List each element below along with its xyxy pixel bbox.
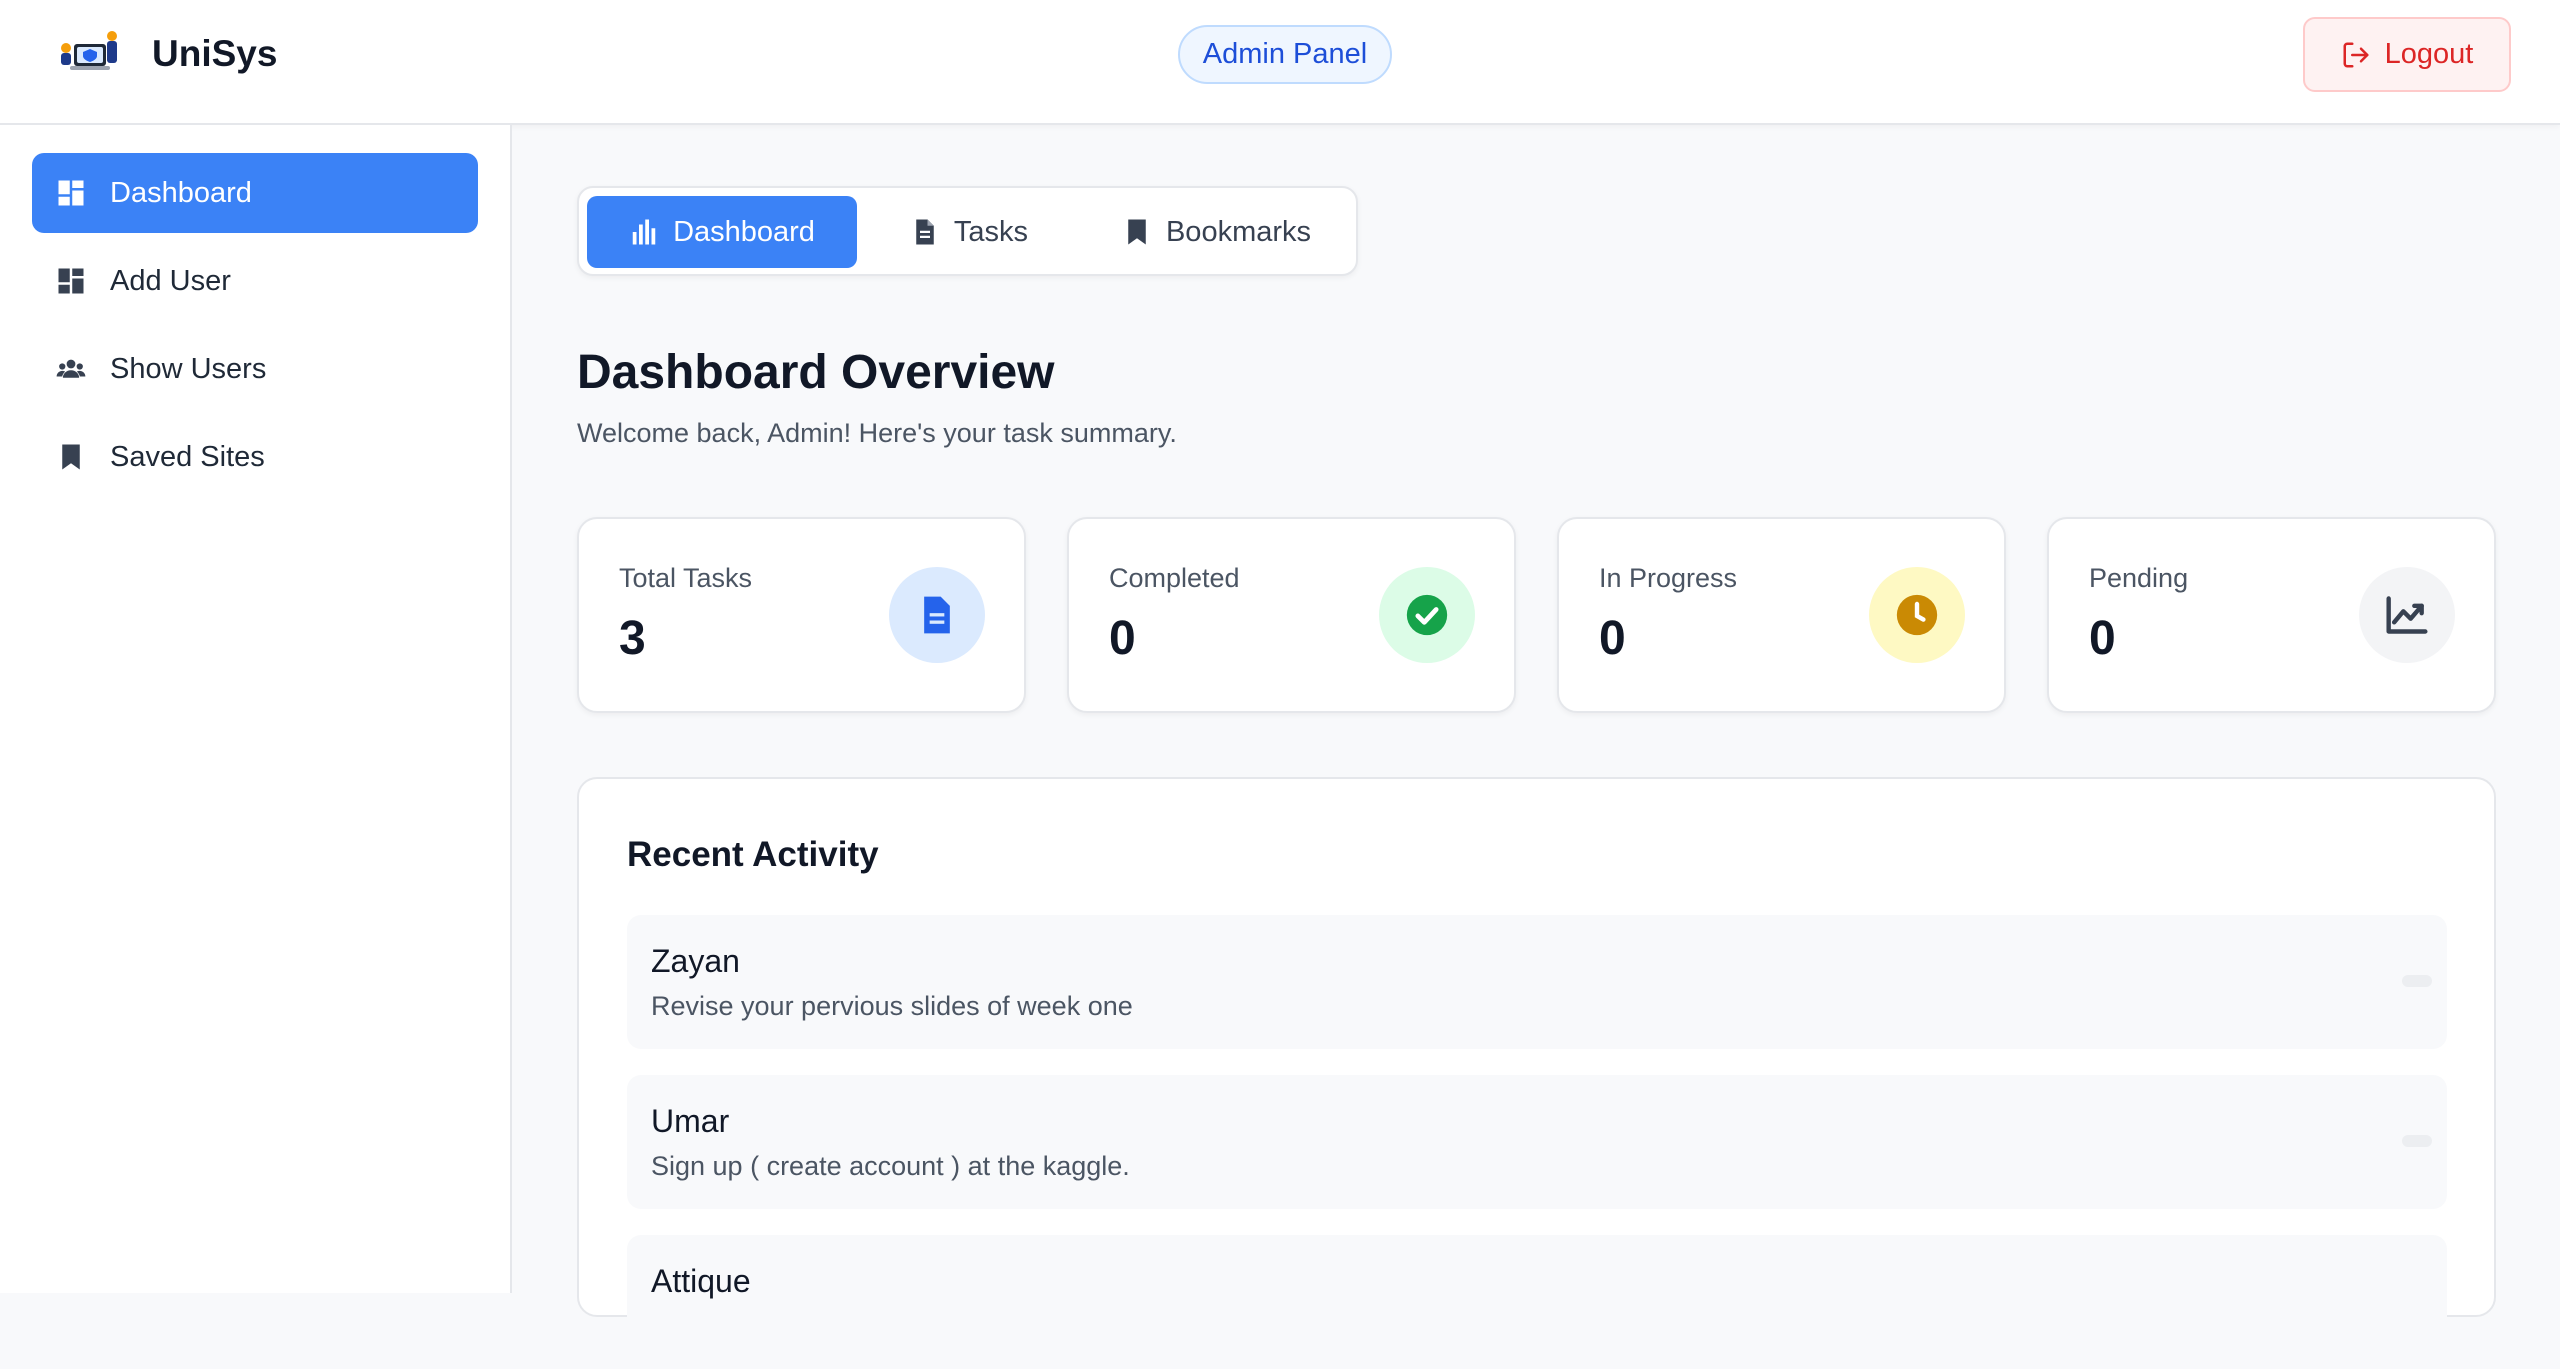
logout-button[interactable]: Logout bbox=[2303, 17, 2511, 92]
activity-user-name: Attique bbox=[651, 1263, 751, 1299]
section-title: Recent Activity bbox=[627, 835, 879, 874]
dashboard-grid-icon bbox=[58, 180, 84, 206]
clock-icon bbox=[1896, 594, 1938, 636]
tab-tasks[interactable]: Tasks bbox=[869, 196, 1069, 268]
users-group-icon bbox=[56, 359, 86, 378]
sidebar-item-label: Add User bbox=[110, 264, 231, 297]
stat-value: 0 bbox=[1599, 612, 1626, 665]
top-navigation-bar: UniSys Admin Panel Logout bbox=[0, 0, 2560, 125]
recent-activity-panel: Recent Activity Zayan Revise your pervio… bbox=[577, 777, 2496, 1369]
activity-item[interactable]: Umar Sign up ( create account ) at the k… bbox=[627, 1075, 2447, 1209]
sidebar-item-label: Dashboard bbox=[110, 176, 252, 209]
stat-card-total-tasks: Total Tasks 3 bbox=[577, 517, 1026, 713]
trending-chart-icon bbox=[2386, 596, 2428, 634]
status-badge bbox=[2402, 975, 2432, 987]
stat-value: 0 bbox=[1109, 612, 1136, 665]
tab-bookmarks[interactable]: Bookmarks bbox=[1089, 196, 1344, 268]
bar-chart-icon bbox=[632, 219, 656, 245]
page-title: Dashboard Overview bbox=[577, 346, 1055, 399]
sidebar-item-dashboard[interactable]: Dashboard bbox=[32, 153, 478, 233]
activity-item[interactable]: Attique bbox=[627, 1235, 2447, 1369]
sidebar-item-show-users[interactable]: Show Users bbox=[32, 329, 478, 409]
stat-icon-circle bbox=[2359, 567, 2455, 663]
page-subtitle: Welcome back, Admin! Here's your task su… bbox=[577, 418, 1177, 448]
stat-value: 3 bbox=[619, 612, 646, 665]
bookmark-icon bbox=[62, 444, 80, 470]
stat-label: Completed bbox=[1109, 563, 1240, 593]
tab-label: Bookmarks bbox=[1165, 215, 1312, 248]
stat-icon-circle bbox=[889, 567, 985, 663]
brand[interactable]: UniSys bbox=[56, 26, 277, 82]
stat-value: 0 bbox=[2089, 612, 2116, 665]
bookmark-icon bbox=[1128, 219, 1146, 245]
admin-panel-badge: Admin Panel bbox=[1178, 25, 1392, 84]
stat-icon-circle bbox=[1379, 567, 1475, 663]
sidebar-item-add-user[interactable]: Add User bbox=[32, 241, 478, 321]
tab-label: Tasks bbox=[953, 215, 1029, 248]
sidebar: Dashboard Add User Show Users Saved Site… bbox=[0, 125, 512, 1293]
logout-icon bbox=[2343, 42, 2369, 67]
document-icon bbox=[924, 596, 950, 634]
tab-dashboard[interactable]: Dashboard bbox=[587, 196, 857, 268]
check-circle-icon bbox=[1406, 594, 1448, 636]
status-badge bbox=[2402, 1135, 2432, 1147]
stat-label: Total Tasks bbox=[619, 563, 753, 593]
document-icon bbox=[916, 219, 934, 245]
activity-user-name: Umar bbox=[651, 1103, 730, 1139]
sidebar-item-label: Show Users bbox=[110, 352, 267, 385]
stat-label: In Progress bbox=[1599, 563, 1738, 593]
unisys-logo-icon bbox=[56, 26, 126, 82]
stat-card-completed: Completed 0 bbox=[1067, 517, 1516, 713]
stat-card-pending: Pending 0 bbox=[2047, 517, 2496, 713]
activity-user-name: Zayan bbox=[651, 943, 740, 979]
sidebar-item-label: Saved Sites bbox=[110, 440, 265, 473]
logout-label: Logout bbox=[2384, 38, 2474, 70]
stat-card-in-progress: In Progress 0 bbox=[1557, 517, 2006, 713]
dashboard-grid-icon bbox=[58, 268, 84, 294]
activity-description: Sign up ( create account ) at the kaggle… bbox=[651, 1151, 1130, 1181]
brand-name: UniSys bbox=[152, 33, 278, 74]
stat-label: Pending bbox=[2089, 563, 2189, 593]
activity-description: Revise your pervious slides of week one bbox=[651, 991, 1133, 1021]
activity-item[interactable]: Zayan Revise your pervious slides of wee… bbox=[627, 915, 2447, 1049]
tab-label: Dashboard bbox=[673, 215, 815, 248]
sidebar-item-saved-sites[interactable]: Saved Sites bbox=[32, 417, 478, 497]
view-tabs: Dashboard Tasks Bookmarks bbox=[577, 186, 1358, 276]
stat-icon-circle bbox=[1869, 567, 1965, 663]
